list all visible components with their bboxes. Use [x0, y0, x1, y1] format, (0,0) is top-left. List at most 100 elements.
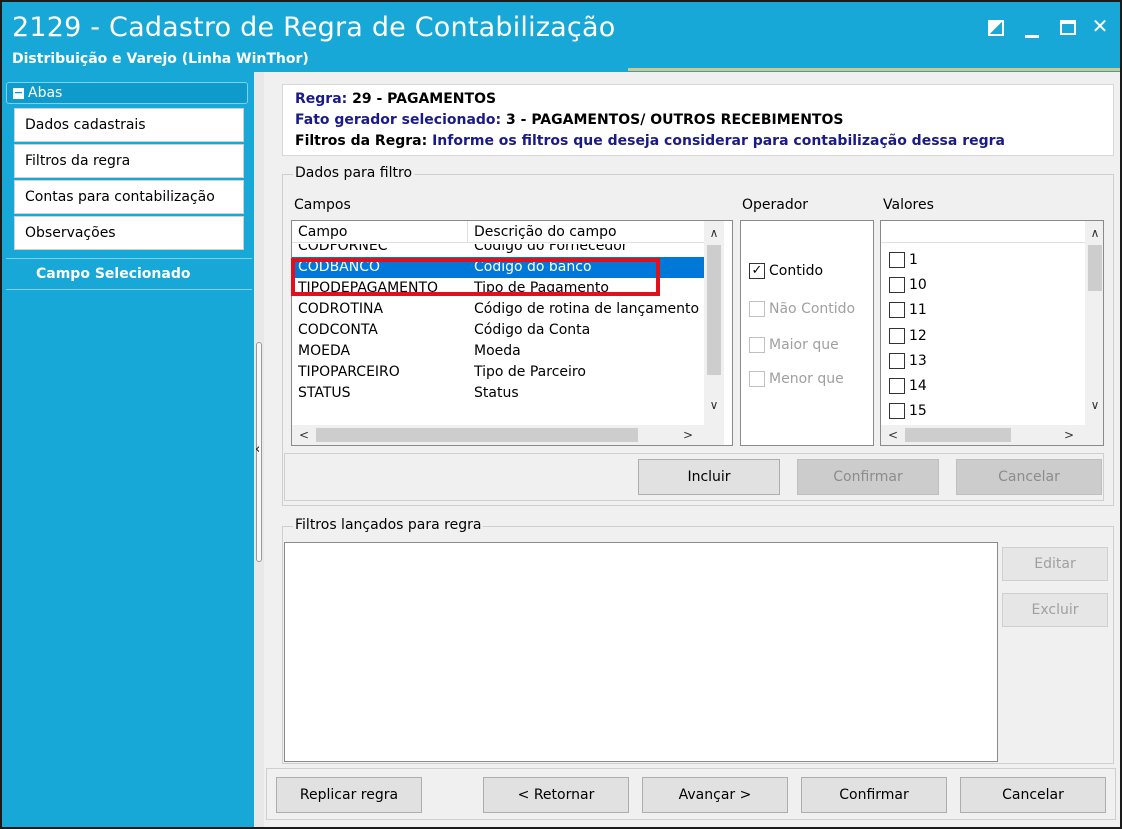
scroll-left-icon[interactable]: < — [294, 425, 314, 445]
valor-item[interactable]: 14 — [889, 378, 927, 394]
sidebar: − Abas Dados cadastrais Filtros da regra … — [2, 72, 254, 827]
column-descricao[interactable]: Descrição do campo — [468, 221, 704, 243]
operador-menor-que-label: Menor que — [769, 371, 844, 387]
valor-label: 14 — [909, 378, 927, 394]
abas-header-label: Abas — [28, 85, 63, 101]
list-item[interactable]: MOEDA Moeda — [292, 341, 704, 362]
valor-label: 15 — [909, 403, 927, 419]
scroll-right-icon[interactable]: > — [678, 425, 698, 445]
cancelar-button[interactable]: Cancelar — [960, 777, 1106, 813]
checkbox-icon[interactable] — [889, 353, 905, 369]
restore-button[interactable] — [984, 14, 1008, 38]
valor-item[interactable]: 15 — [889, 403, 927, 419]
minimize-button[interactable] — [1020, 14, 1044, 38]
cancelar-filtro-button[interactable]: Cancelar — [956, 459, 1102, 495]
title-bar[interactable]: 2129 - Cadastro de Regra de Contabilizaç… — [2, 2, 1120, 72]
filtros-lancados-list[interactable] — [284, 542, 998, 762]
list-item[interactable]: CODCONTA Código da Conta — [292, 320, 704, 341]
checkbox-icon[interactable] — [749, 371, 765, 387]
descricao-cell: Código da Conta — [474, 322, 591, 338]
valores-list-header — [881, 221, 1085, 243]
list-item[interactable]: CODFORNEC Código do Fornecedor — [292, 244, 704, 257]
list-item-selected[interactable]: CODBANCO Código do banco — [292, 257, 704, 278]
scroll-up-icon[interactable]: ∧ — [704, 223, 724, 243]
valores-list-body: 1 10 11 12 13 14 15 — [881, 244, 1085, 425]
scroll-down-icon[interactable]: ∨ — [1085, 395, 1103, 415]
minimize-icon — [1025, 35, 1039, 38]
sidebar-item-filtros-da-regra[interactable]: Filtros da regra — [14, 144, 244, 178]
confirmar-filtro-button[interactable]: Confirmar — [797, 459, 939, 495]
valor-item[interactable]: 1 — [889, 252, 918, 268]
campo-selecionado-section: Campo Selecionado — [6, 258, 252, 290]
operador-menor-que[interactable]: Menor que — [749, 371, 844, 387]
incluir-button[interactable]: Incluir — [638, 459, 780, 495]
valores-hscroll[interactable]: < > — [881, 425, 1085, 445]
confirmar-button[interactable]: Confirmar — [801, 777, 947, 813]
avancar-button[interactable]: Avançar > — [642, 777, 788, 813]
close-button[interactable]: ✕ — [1088, 14, 1112, 38]
valor-item[interactable]: 12 — [889, 328, 927, 344]
collapse-icon[interactable]: − — [13, 87, 24, 99]
valor-item[interactable]: 11 — [889, 302, 927, 318]
scroll-thumb[interactable] — [905, 428, 1011, 442]
campos-list[interactable]: Campo Descrição do campo CODFORNEC Códig… — [291, 220, 733, 446]
column-campo[interactable]: Campo — [292, 221, 468, 243]
sidebar-splitter[interactable]: ‹ — [254, 72, 264, 827]
scroll-thumb[interactable] — [1088, 245, 1102, 291]
operador-maior-que[interactable]: Maior que — [749, 337, 839, 353]
checkbox-icon[interactable] — [749, 301, 765, 317]
sidebar-item-dados-cadastrais[interactable]: Dados cadastrais — [14, 108, 244, 142]
checkbox-checked-icon[interactable]: ✓ — [749, 263, 765, 279]
valor-label: 10 — [909, 277, 927, 293]
valor-item[interactable]: 13 — [889, 353, 927, 369]
retornar-button[interactable]: < Retornar — [483, 777, 629, 813]
descricao-cell: Código de rotina de lançamento — [474, 301, 700, 317]
maximize-button[interactable] — [1056, 14, 1080, 38]
scroll-thumb[interactable] — [316, 428, 638, 442]
operador-contido[interactable]: ✓ Contido — [749, 263, 823, 279]
campos-hscroll[interactable]: < > — [292, 425, 704, 445]
fato-gerador-value: 3 - PAGAMENTOS/ OUTROS RECEBIMENTOS — [506, 112, 844, 128]
sidebar-item-observacoes[interactable]: Observações — [14, 216, 244, 250]
scroll-right-icon[interactable]: > — [1059, 425, 1079, 445]
checkbox-icon[interactable] — [889, 403, 905, 419]
sidebar-item-contas-contabilizacao[interactable]: Contas para contabilização — [14, 180, 244, 214]
regra-label: Regra: — [295, 91, 348, 107]
valor-item[interactable]: 10 — [889, 277, 927, 293]
scroll-left-icon[interactable]: < — [883, 425, 903, 445]
operador-nao-contido[interactable]: Não Contido — [749, 301, 855, 317]
valores-vscroll[interactable]: ∧ ∨ — [1085, 221, 1103, 425]
checkbox-icon[interactable] — [749, 337, 765, 353]
list-item[interactable]: CODROTINA Código de rotina de lançamento — [292, 299, 704, 320]
title-accent-line — [628, 68, 1120, 71]
list-item[interactable]: TIPODEPAGAMENTO Tipo de Pagamento — [292, 278, 704, 299]
editar-button[interactable]: Editar — [1002, 547, 1108, 581]
collapse-arrow-icon[interactable]: ‹ — [255, 442, 260, 457]
campos-vscroll[interactable]: ∧ ∨ — [704, 221, 724, 425]
scroll-thumb[interactable] — [707, 245, 721, 375]
list-item[interactable]: STATUS Status — [292, 383, 704, 404]
checkbox-icon[interactable] — [889, 302, 905, 318]
scroll-up-icon[interactable]: ∧ — [1085, 223, 1103, 243]
campo-cell: CODROTINA — [298, 301, 384, 317]
campo-cell: TIPOPARCEIRO — [298, 364, 400, 380]
campo-cell: CODCONTA — [298, 322, 378, 338]
list-item[interactable]: TIPOPARCEIRO Tipo de Parceiro — [292, 362, 704, 383]
scroll-corner — [1085, 425, 1103, 445]
descricao-cell: Moeda — [474, 343, 521, 359]
abas-header[interactable]: − Abas — [6, 82, 248, 104]
checkbox-icon[interactable] — [889, 252, 905, 268]
checkbox-icon[interactable] — [889, 378, 905, 394]
excluir-button[interactable]: Excluir — [1002, 593, 1108, 627]
replicar-regra-button[interactable]: Replicar regra — [276, 777, 422, 813]
checkbox-icon[interactable] — [889, 277, 905, 293]
campo-cell: STATUS — [298, 385, 351, 401]
operador-box: ✓ Contido Não Contido Maior que Menor que — [740, 220, 874, 446]
operador-nao-contido-label: Não Contido — [769, 301, 856, 317]
checkbox-icon[interactable] — [889, 328, 905, 344]
scroll-down-icon[interactable]: ∨ — [704, 395, 724, 415]
dados-filtro-title: Dados para filtro — [293, 165, 415, 181]
descricao-cell: Código do Fornecedor — [474, 244, 628, 254]
valores-list[interactable]: 1 10 11 12 13 14 15 ∧ ∨ < > — [880, 220, 1104, 446]
scroll-corner — [704, 425, 724, 445]
